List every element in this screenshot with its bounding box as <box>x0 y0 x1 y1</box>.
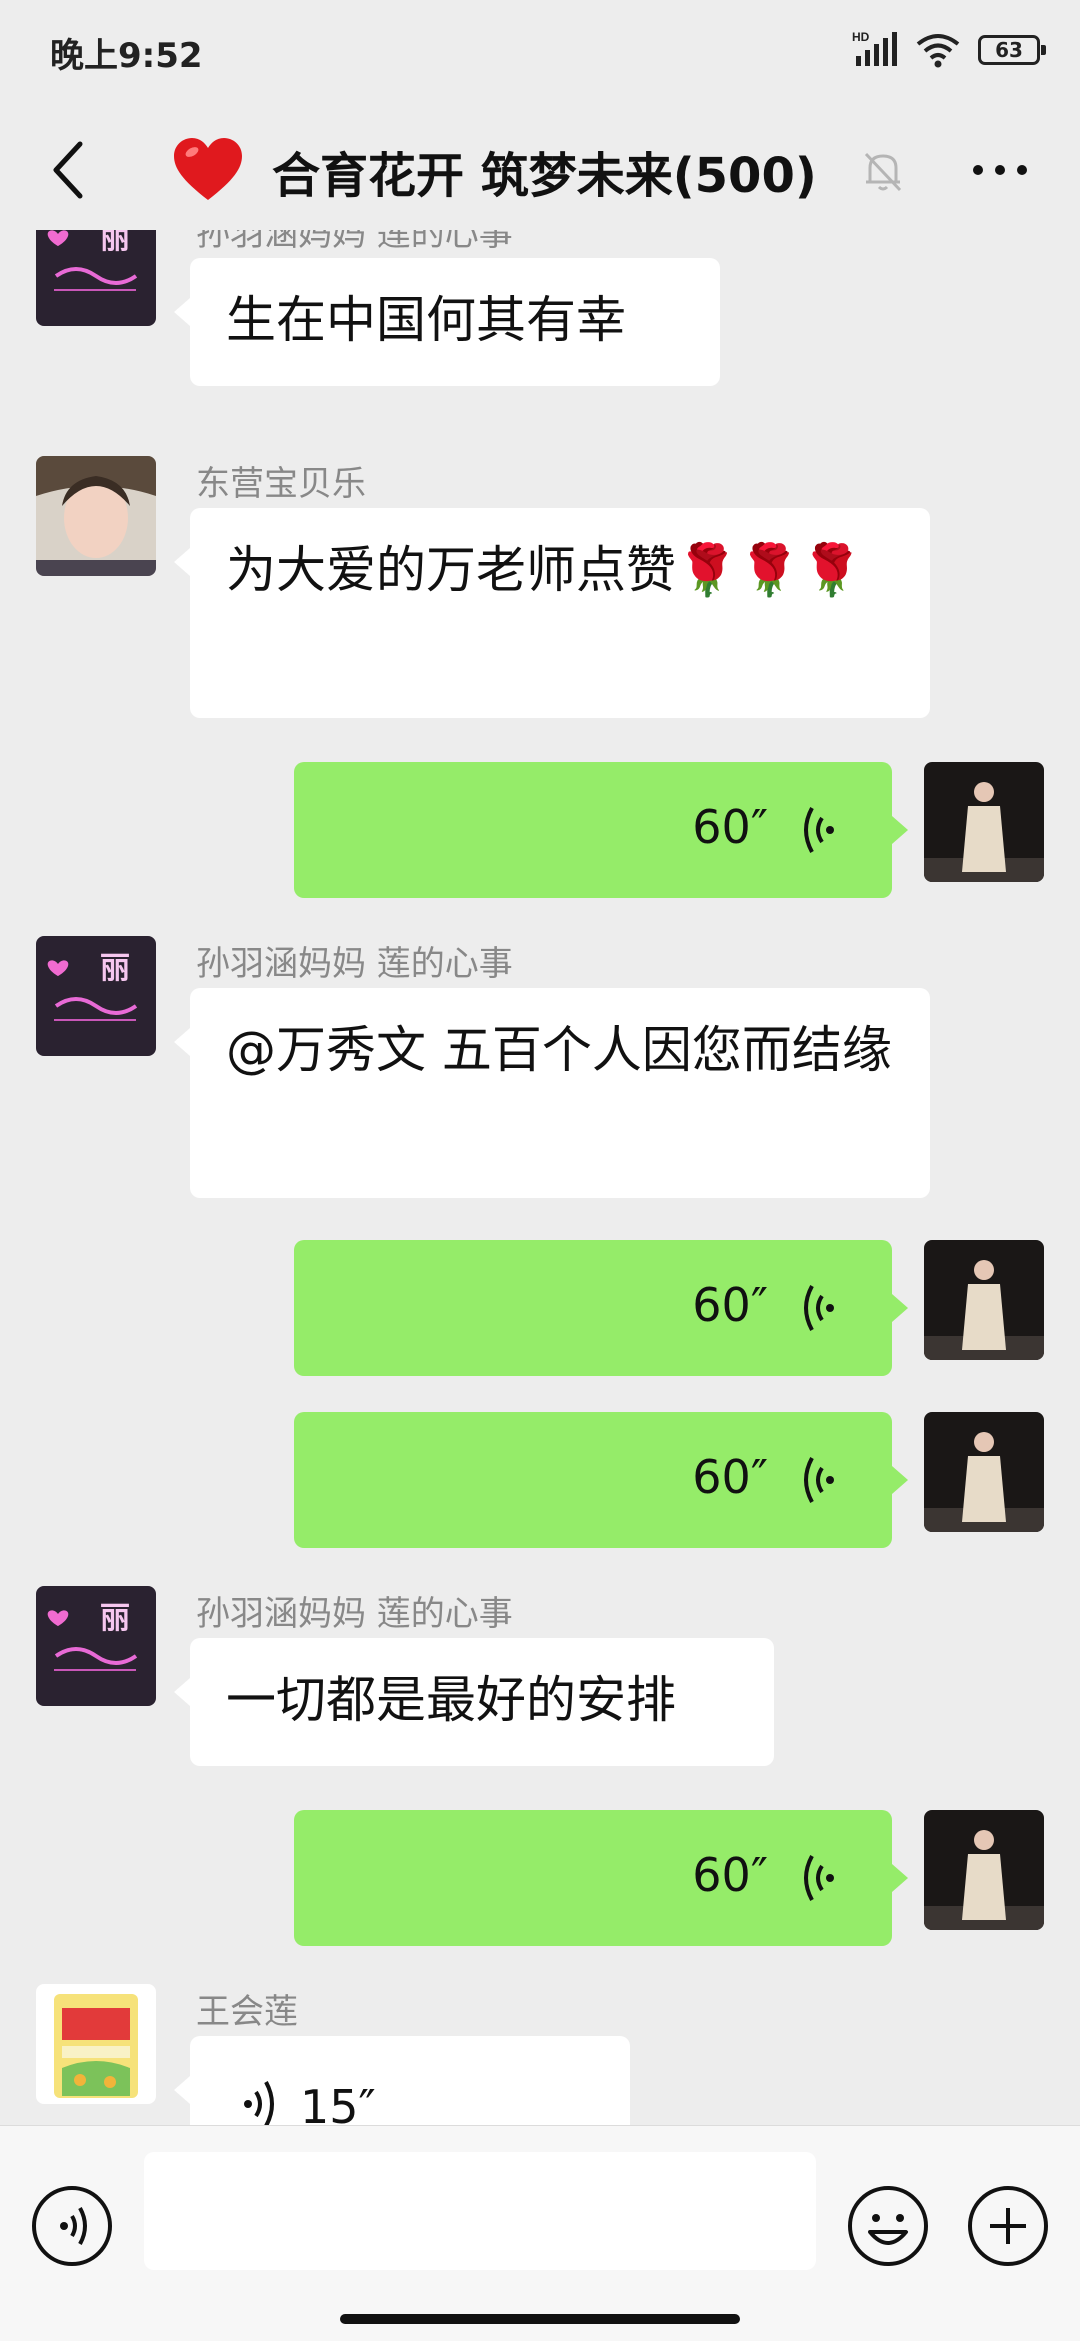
emoji-icon[interactable] <box>846 2184 930 2268</box>
sender-name: 孙羽涵妈妈 莲的心事 <box>196 1594 513 1634</box>
message-input[interactable] <box>144 2152 816 2270</box>
text-bubble[interactable]: @万秀文 五百个人因您而结缘 <box>174 988 930 1198</box>
voice-bubble[interactable]: 60″ <box>294 1810 908 1946</box>
text-bubble[interactable]: 生在中国何其有幸 <box>174 258 720 386</box>
avatar-woman-photo[interactable] <box>36 456 156 576</box>
message-text: @万秀文 五百个人因您而结缘 <box>226 1021 892 1079</box>
signal-icon: HD <box>852 30 897 66</box>
avatar-self[interactable] <box>924 1810 1044 1930</box>
voice-duration: 60″ <box>692 1450 768 1504</box>
text-bubble[interactable]: 为大爱的万老师点赞🌹🌹🌹 <box>174 508 930 718</box>
voice-wave-icon <box>804 1457 834 1503</box>
neon-sign-text: 丽 <box>100 951 130 986</box>
voice-input-icon[interactable] <box>30 2184 114 2268</box>
sender-name: 孙羽涵妈妈 莲的心事 <box>196 230 513 254</box>
voice-wave-icon <box>804 1855 834 1901</box>
sender-name: 王会莲 <box>196 1992 298 2032</box>
voice-bubble[interactable]: 60″ <box>294 1412 908 1548</box>
voice-duration: 60″ <box>692 1278 768 1332</box>
message-list[interactable]: 丽 孙羽涵妈妈 莲的心事 生在中国何其有幸 东营宝贝乐 为大爱的万老师点赞🌹🌹🌹 <box>0 230 1080 2125</box>
voice-duration: 60″ <box>692 800 768 854</box>
chat-header: 合育花开 筑梦未来(500) <box>0 110 1080 230</box>
voice-bubble[interactable]: 60″ <box>294 762 908 898</box>
neon-sign-text: 丽 <box>100 230 130 256</box>
avatar-neon-sign[interactable]: 丽 <box>36 230 156 326</box>
voice-bubble[interactable]: 15″ <box>174 2036 630 2125</box>
chat-title: 合育花开 筑梦未来(500) <box>272 148 817 204</box>
neon-sign-text: 丽 <box>100 1601 130 1636</box>
message-text: 为大爱的万老师点赞🌹🌹🌹 <box>226 541 863 599</box>
heart-icon <box>174 138 242 200</box>
avatar-product-package[interactable] <box>36 1984 156 2104</box>
avatar-neon-sign[interactable]: 丽 <box>36 936 156 1056</box>
wifi-icon <box>916 34 960 68</box>
battery-icon: 63 <box>978 35 1046 65</box>
voice-wave-icon <box>244 2081 274 2125</box>
avatar-self[interactable] <box>924 1240 1044 1360</box>
voice-bubble[interactable]: 60″ <box>294 1240 908 1376</box>
avatar-neon-sign[interactable]: 丽 <box>36 1586 156 1706</box>
message-text: 生在中国何其有幸 <box>226 291 626 349</box>
mute-bell-icon <box>864 152 902 192</box>
status-bar: 晚上9:52 HD 63 <box>0 0 1080 100</box>
more-icon[interactable] <box>960 140 1040 200</box>
message-text: 一切都是最好的安排 <box>226 1671 676 1729</box>
home-indicator[interactable] <box>340 2314 740 2324</box>
sender-name: 孙羽涵妈妈 莲的心事 <box>196 944 513 984</box>
network-type-label: HD <box>852 30 870 44</box>
status-icons: HD 63 <box>852 28 1046 72</box>
input-bar <box>0 2125 1080 2341</box>
status-time: 晚上9:52 <box>50 36 203 76</box>
avatar-self[interactable] <box>924 762 1044 882</box>
sender-name: 东营宝贝乐 <box>196 464 366 504</box>
avatar-self[interactable] <box>924 1412 1044 1532</box>
voice-duration: 15″ <box>300 2080 376 2125</box>
back-icon[interactable] <box>30 130 110 210</box>
voice-wave-icon <box>804 1285 834 1331</box>
voice-wave-icon <box>804 807 834 853</box>
text-bubble[interactable]: 一切都是最好的安排 <box>174 1638 774 1766</box>
voice-duration: 60″ <box>692 1848 768 1902</box>
plus-icon[interactable] <box>966 2184 1050 2268</box>
